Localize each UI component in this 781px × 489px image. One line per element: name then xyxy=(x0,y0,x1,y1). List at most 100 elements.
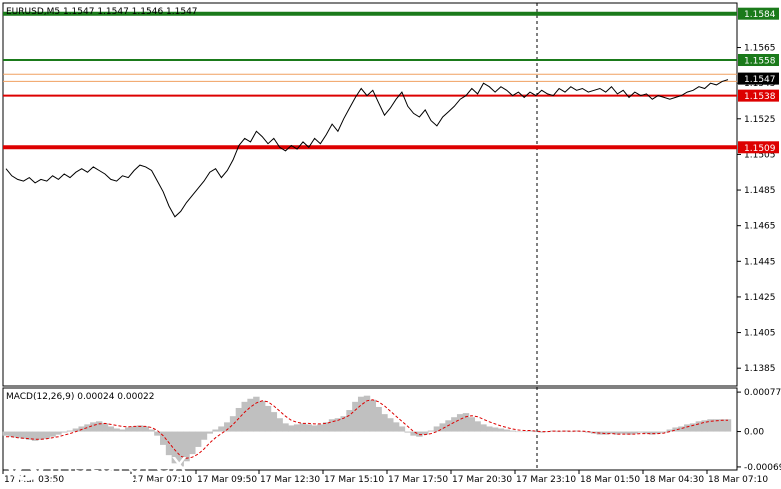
y-tick-label-9: 1.1385 xyxy=(744,364,776,374)
instaforex-logo-icon xyxy=(7,443,45,481)
macd-bar xyxy=(276,418,283,432)
level-tag-1: 1.1558 xyxy=(744,57,776,67)
macd-bar xyxy=(235,407,243,432)
macd-bar xyxy=(218,426,225,432)
macd-bar xyxy=(497,428,505,432)
macd-bar xyxy=(66,430,74,432)
macd-bar xyxy=(427,430,435,432)
macd-bar xyxy=(119,429,126,432)
macd-bar xyxy=(8,431,16,437)
macd-bar xyxy=(43,431,50,439)
macd-bar xyxy=(247,398,254,432)
macd-bar xyxy=(264,405,272,432)
logo-brand: instaforex xyxy=(48,446,187,479)
macd-bar xyxy=(357,396,365,432)
y-tick-label-0: 1.1565 xyxy=(744,44,776,54)
x-tick-label-8: 18 Mar 01:50 xyxy=(580,475,640,485)
macd-bar xyxy=(311,425,318,432)
macd-bar xyxy=(113,428,120,432)
macd-bar xyxy=(509,430,516,432)
macd-tick-label-0: 0.00077 xyxy=(744,388,781,398)
macd-bar xyxy=(468,417,476,432)
macd-bar xyxy=(398,426,406,432)
macd-bar xyxy=(486,426,493,432)
macd-bar xyxy=(718,419,726,432)
macd-bar xyxy=(90,422,97,432)
x-tick-label-9: 18 Mar 04:30 xyxy=(644,475,704,485)
macd-bar xyxy=(387,418,394,432)
macd-bar xyxy=(491,427,499,432)
macd-bar xyxy=(55,431,62,435)
macd-bar xyxy=(317,424,324,432)
macd-bar xyxy=(253,396,260,432)
macd-bar xyxy=(95,421,103,432)
macd-bar xyxy=(125,427,132,432)
macd-bar xyxy=(142,426,149,432)
y-tick-label-6: 1.1445 xyxy=(744,257,776,267)
macd-bar xyxy=(14,431,21,438)
macd-bar xyxy=(101,423,109,432)
x-tick-label-3: 17 Mar 12:30 xyxy=(260,475,320,485)
macd-bar xyxy=(474,421,481,432)
x-tick-label-6: 17 Mar 20:30 xyxy=(452,475,512,485)
macd-bar xyxy=(258,400,266,432)
x-tick-label-5: 17 Mar 17:50 xyxy=(388,475,448,485)
macd-bar xyxy=(404,431,411,433)
macd-tick-label-1: 0.00 xyxy=(744,428,764,438)
macd-bar xyxy=(619,431,627,434)
macd-bar xyxy=(631,431,639,434)
macd-label: MACD(12,26,9) 0.00024 0.00022 xyxy=(6,392,155,402)
macd-bar xyxy=(61,431,68,433)
y-tick-label-7: 1.1425 xyxy=(744,293,776,303)
macd-bar xyxy=(352,401,359,432)
macd-bar xyxy=(724,419,732,432)
macd-bar xyxy=(462,413,470,432)
level-tag-2: 1.1538 xyxy=(744,92,776,102)
macd-bar xyxy=(555,431,563,433)
macd-bar xyxy=(241,401,248,432)
macd-bar xyxy=(305,424,312,432)
macd-bar xyxy=(392,422,400,432)
macd-bar xyxy=(2,431,10,436)
chart-root: 1.15651.15451.15251.15051.14851.14651.14… xyxy=(2,2,781,489)
x-tick-label-4: 17 Mar 15:10 xyxy=(324,475,384,485)
macd-bar xyxy=(567,431,575,433)
macd-bar xyxy=(229,416,237,432)
macd-bar xyxy=(515,431,522,433)
macd-bar xyxy=(299,423,307,432)
macd-bar xyxy=(684,424,691,432)
level-tag-0: 1.1584 xyxy=(744,10,776,20)
macd-bar xyxy=(189,431,196,455)
y-tick-label-2: 1.1525 xyxy=(744,115,776,125)
macd-bar xyxy=(212,429,219,432)
chart-title: EURUSD,M5 1.1547 1.1547 1.1546 1.1547 xyxy=(6,7,198,17)
price-axis: 1.15651.15451.15251.15051.14851.14651.14… xyxy=(737,7,779,374)
macd-bar xyxy=(520,431,528,433)
x-tick-label-7: 17 Mar 23:10 xyxy=(516,475,576,485)
macd-bar xyxy=(49,431,56,437)
macd-bar xyxy=(410,431,417,436)
macd-bar xyxy=(689,423,697,432)
macd-bar xyxy=(206,431,214,434)
macd-bar xyxy=(503,429,510,432)
macd-bar xyxy=(293,424,301,432)
macd-tick-label-2: -0.00069 xyxy=(744,463,781,473)
macd-bar xyxy=(37,431,45,440)
level-lines xyxy=(3,11,737,150)
macd-bar xyxy=(270,412,278,432)
macd-bar xyxy=(288,425,295,432)
x-tick-label-2: 17 Mar 09:50 xyxy=(197,475,257,485)
macd-bar xyxy=(381,414,388,432)
macd-bar xyxy=(148,429,155,432)
macd-bar xyxy=(282,423,289,432)
y-tick-label-4: 1.1485 xyxy=(744,186,776,196)
x-tick-label-10: 18 Mar 07:10 xyxy=(708,475,768,485)
macd-bar xyxy=(107,426,115,432)
macd-bar xyxy=(480,424,487,432)
macd-bar xyxy=(200,431,208,440)
macd-bar xyxy=(224,422,231,432)
macd-bar xyxy=(194,431,202,447)
logo-tagline: Instant Forex Trading xyxy=(50,477,176,489)
current-price-tag: 1.1547 xyxy=(744,75,776,85)
macd-bar xyxy=(637,431,644,433)
